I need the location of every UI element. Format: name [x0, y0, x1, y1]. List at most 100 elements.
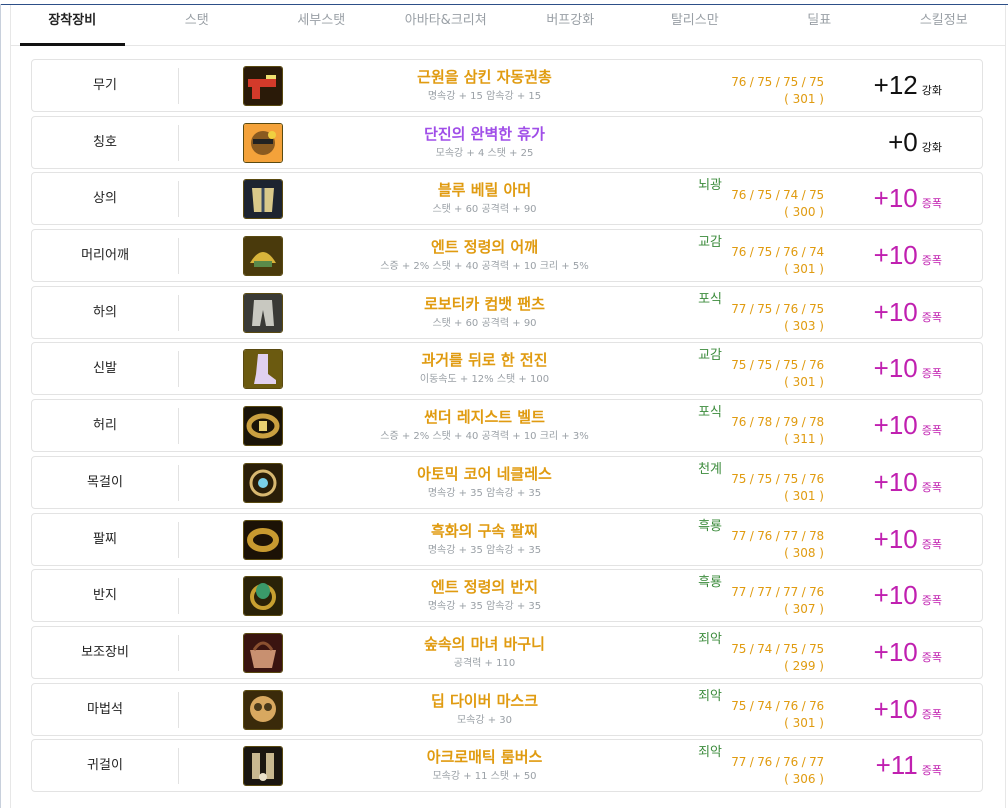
upgrade-value: +10: [873, 410, 918, 441]
emblem-label: 흑룡: [698, 575, 722, 591]
left-border: [0, 4, 1, 808]
upgrade-value: +10: [873, 693, 918, 724]
upgrade-level: +10 증폭: [832, 524, 942, 560]
divider: [178, 748, 179, 785]
emblem-label: 죄악: [698, 745, 722, 761]
slot-label: 무기: [93, 78, 117, 93]
earring-icon[interactable]: [243, 746, 283, 787]
tab-4[interactable]: 버프강화: [508, 5, 633, 45]
item-name[interactable]: 딥 다이버 마스크: [302, 692, 667, 710]
item-name[interactable]: 근원을 삼킨 자동권총: [302, 68, 667, 86]
upgrade-type: 증폭: [921, 594, 942, 608]
tab-7[interactable]: 스킬정보: [882, 5, 1007, 45]
belt-icon[interactable]: [243, 406, 283, 447]
upgrade-type: 증폭: [921, 650, 942, 664]
stat-total: ( 301 ): [784, 488, 824, 503]
divider: [178, 408, 179, 445]
equipment-row[interactable]: 보조장비 숲속의 마녀 바구니 공격력 + 110 죄악 75 / 74 / 7…: [31, 625, 983, 679]
item-options: 모속강 + 4 스탯 + 25: [435, 147, 534, 159]
basket-icon[interactable]: [243, 632, 283, 673]
upgrade-value: +10: [873, 580, 918, 611]
item-name[interactable]: 단진의 완벽한 휴가: [302, 125, 667, 143]
pants-icon[interactable]: [243, 292, 283, 333]
tab-6[interactable]: 딜표: [757, 5, 882, 45]
shoulder-icon[interactable]: [243, 236, 283, 277]
item-options: 명속강 + 35 암속강 + 35: [427, 544, 542, 556]
divider: [178, 578, 179, 615]
necklace-icon[interactable]: [243, 462, 283, 503]
upgrade-value: +10: [873, 636, 918, 667]
stat-line: 75 / 75 / 75 / 76: [731, 471, 824, 486]
item-name[interactable]: 블루 베릴 아머: [302, 181, 667, 199]
item-name[interactable]: 엔트 정령의 반지: [302, 578, 667, 596]
armor-icon[interactable]: [243, 179, 283, 220]
equipment-row[interactable]: 목걸이 아토믹 코어 네클레스 명속강 + 35 암속강 + 35 천계 75 …: [31, 455, 983, 509]
upgrade-type: 증폭: [921, 254, 942, 268]
equipment-row[interactable]: 반지 엔트 정령의 반지 명속강 + 35 암속강 + 35 흑룡 77 / 7…: [31, 569, 983, 623]
upgrade-level: +10 증폭: [832, 297, 942, 333]
equipment-row[interactable]: 귀걸이 아크로매틱 룸버스 모속강 + 11 스탯 + 50 죄악 77 / 7…: [31, 739, 983, 793]
slot-label: 머리어깨: [81, 248, 129, 264]
tab-5[interactable]: 탈리스만: [633, 5, 758, 45]
stat-total: ( 301 ): [784, 262, 824, 277]
divider: [178, 294, 179, 331]
mask-icon[interactable]: [243, 689, 283, 730]
divider: [178, 464, 179, 501]
item-name[interactable]: 숲속의 마녀 바구니: [302, 635, 667, 653]
item-name[interactable]: 썬더 레지스트 벨트: [302, 408, 667, 426]
upgrade-type: 증폭: [921, 707, 942, 721]
title-icon[interactable]: [243, 122, 283, 163]
equipment-list: 무기 근원을 삼킨 자동권총 명속강 + 15 암속강 + 15 76 / 75…: [31, 59, 983, 796]
equipment-row[interactable]: 허리 썬더 레지스트 벨트 스증 + 2% 스탯 + 40 공격력 + 10 크…: [31, 399, 983, 453]
tab-1[interactable]: 스탯: [135, 5, 260, 45]
item-name[interactable]: 엔트 정령의 어깨: [302, 238, 667, 256]
stat-line: 75 / 74 / 75 / 75: [731, 641, 824, 656]
bracelet-icon[interactable]: [243, 519, 283, 560]
equipment-row[interactable]: 팔찌 흑화의 구속 팔찌 명속강 + 35 암속강 + 35 흑룡 77 / 7…: [31, 512, 983, 566]
tab-3[interactable]: 아바타&크리쳐: [384, 5, 509, 45]
upgrade-type: 증폭: [921, 424, 942, 438]
emblem-label: 죄악: [698, 688, 722, 704]
upgrade-type: 강화: [921, 140, 942, 154]
divider: [178, 634, 179, 671]
stat-total: ( 300 ): [784, 205, 824, 220]
boots-icon[interactable]: [243, 349, 283, 390]
equipment-row[interactable]: 머리어깨 엔트 정령의 어깨 스증 + 2% 스탯 + 40 공격력 + 10 …: [31, 229, 983, 283]
stat-total: ( 311 ): [784, 432, 824, 447]
divider: [178, 238, 179, 275]
item-name[interactable]: 아크로매틱 룸버스: [302, 748, 667, 766]
divider: [178, 124, 179, 161]
item-name[interactable]: 로보티카 컴뱃 팬츠: [302, 295, 667, 313]
item-options: 스증 + 2% 스탯 + 40 공격력 + 10 크리 + 5%: [380, 261, 589, 273]
slot-label: 귀걸이: [87, 758, 123, 774]
item-options: 스증 + 2% 스탯 + 40 공격력 + 10 크리 + 3%: [380, 431, 589, 443]
stat-line: 76 / 75 / 76 / 74: [731, 245, 824, 260]
emblem-label: 죄악: [698, 631, 722, 647]
ring-icon[interactable]: [243, 576, 283, 617]
tab-0[interactable]: 장착장비: [10, 5, 135, 46]
item-name[interactable]: 아토믹 코어 네클레스: [302, 465, 667, 483]
upgrade-value: +10: [873, 240, 918, 271]
upgrade-type: 증폭: [921, 764, 942, 778]
equipment-row[interactable]: 무기 근원을 삼킨 자동권총 명속강 + 15 암속강 + 15 76 / 75…: [31, 59, 983, 112]
pistol-icon[interactable]: [243, 66, 283, 106]
item-name[interactable]: 흑화의 구속 팔찌: [302, 522, 667, 540]
slot-label: 하의: [93, 304, 117, 320]
stat-line: 77 / 76 / 76 / 77: [731, 755, 824, 770]
equipment-row[interactable]: 상의 블루 베릴 아머 스탯 + 60 공격력 + 90 뇌광 76 / 75 …: [31, 172, 983, 226]
equipment-row[interactable]: 칭호 단진의 완벽한 휴가 모속강 + 4 스탯 + 25 +0 강화: [31, 115, 983, 169]
upgrade-level: +10 증폭: [832, 183, 942, 219]
equipment-row[interactable]: 마법석 딥 다이버 마스크 모속강 + 30 죄악 75 / 74 / 76 /…: [31, 682, 983, 736]
upgrade-type: 증폭: [921, 480, 942, 494]
slot-label: 마법석: [87, 701, 123, 717]
equipment-row[interactable]: 신발 과거를 뒤로 한 전진 이동속도 + 12% 스탯 + 100 교감 75…: [31, 342, 983, 396]
item-name[interactable]: 과거를 뒤로 한 전진: [302, 351, 667, 369]
upgrade-level: +10 증폭: [832, 580, 942, 616]
upgrade-level: +10 증폭: [832, 694, 942, 730]
stat-total: ( 308 ): [784, 545, 824, 560]
equipment-row[interactable]: 하의 로보티카 컴뱃 팬츠 스탯 + 60 공격력 + 90 포식 77 / 7…: [31, 285, 983, 339]
stat-line: 76 / 78 / 79 / 78: [731, 415, 824, 430]
slot-label: 상의: [93, 191, 117, 207]
divider: [178, 691, 179, 728]
tab-2[interactable]: 세부스탯: [259, 5, 384, 45]
